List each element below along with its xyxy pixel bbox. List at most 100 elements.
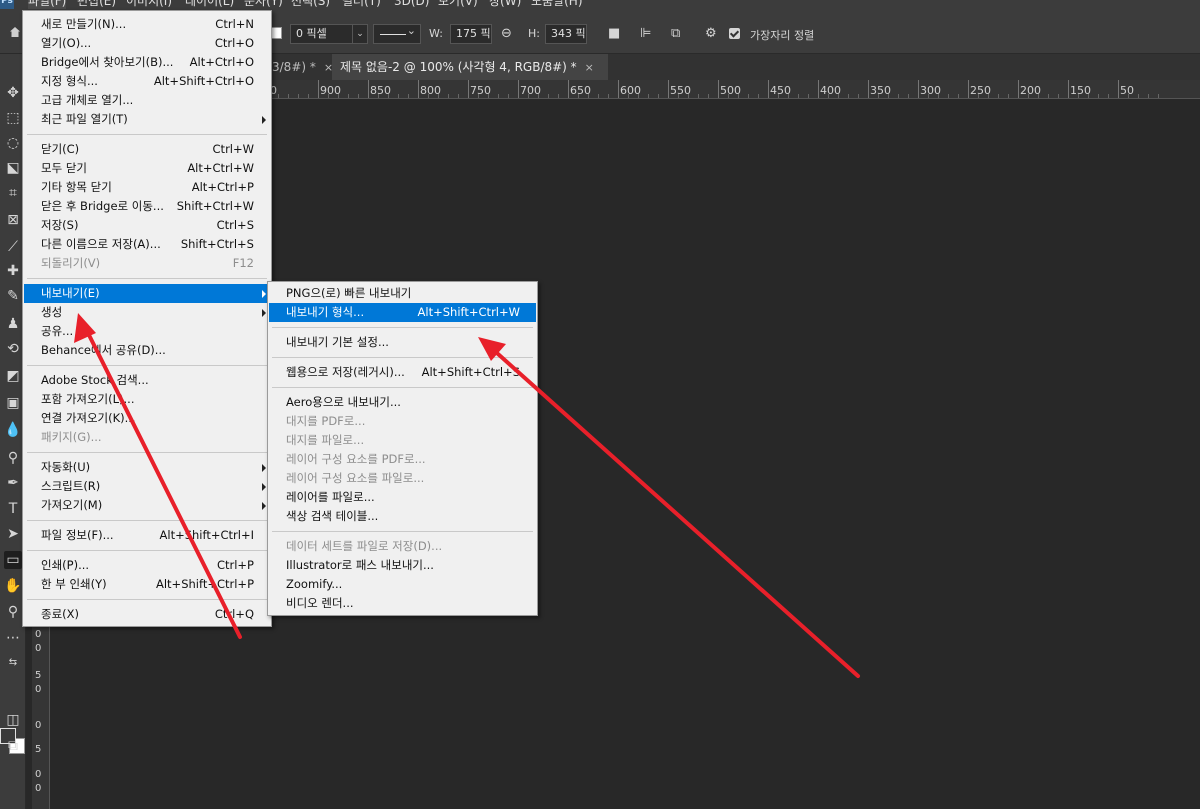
file-menu-item[interactable]: Adobe Stock 검색... <box>24 371 270 390</box>
export-menu-item[interactable]: 대지를 PDF로... <box>269 412 536 431</box>
file-menu-item[interactable]: Behance에서 공유(D)... <box>24 341 270 360</box>
menubar-item-2[interactable]: 이미지(I) <box>126 0 172 9</box>
file-menu-item[interactable]: 공유... <box>24 322 270 341</box>
export-menu-item[interactable]: 레이어 구성 요소를 PDF로... <box>269 450 536 469</box>
lasso-tool-icon[interactable]: ◌ <box>4 134 22 152</box>
menubar-item-6[interactable]: 필터(T) <box>342 0 381 9</box>
height-field[interactable]: 343 픽셀 <box>545 24 587 44</box>
file-menu-item[interactable]: 한 부 인쇄(Y) Alt+Shift+Ctrl+P <box>24 575 270 594</box>
file-menu-item[interactable]: 새로 만들기(N)... Ctrl+N <box>24 15 270 34</box>
hand-tool-icon[interactable]: ✋ <box>4 577 22 595</box>
marquee-tool-icon[interactable]: ⬚ <box>4 109 22 127</box>
export-menu-item[interactable]: 내보내기 형식... Alt+Shift+Ctrl+W <box>269 303 536 322</box>
export-menu-item[interactable]: 데이터 세트를 파일로 저장(D)... <box>269 537 536 556</box>
eraser-tool-icon[interactable]: ◩ <box>4 367 22 385</box>
blur-tool-icon[interactable]: 💧 <box>4 421 22 439</box>
menubar-item-1[interactable]: 편집(E) <box>77 0 116 9</box>
home-icon[interactable] <box>10 27 20 37</box>
screen-mode-icon[interactable]: ⧉ <box>4 737 22 755</box>
export-menu-item[interactable]: 레이어를 파일로... <box>269 488 536 507</box>
file-menu-item[interactable]: 패키지(G)... <box>24 428 270 447</box>
clone-stamp-tool-icon[interactable]: ♟ <box>4 315 22 333</box>
document-tab-2[interactable]: 제목 없음-2 @ 100% (사각형 4, RGB/8#) * × <box>332 54 608 80</box>
path-operations-icon[interactable]: ■ <box>608 26 620 41</box>
file-menu-item[interactable]: 자동화(U) <box>24 458 270 477</box>
file-menu-item[interactable]: 생성 <box>24 303 270 322</box>
close-icon[interactable]: × <box>585 61 594 74</box>
menu-item-label: 레이어 구성 요소를 파일로... <box>286 471 425 485</box>
file-menu-item[interactable]: 닫기(C) Ctrl+W <box>24 140 270 159</box>
crop-tool-icon[interactable]: ⌗ <box>4 184 22 202</box>
brush-tool-icon[interactable]: ✎ <box>4 287 22 305</box>
pen-tool-icon[interactable]: ✒ <box>4 474 22 492</box>
healing-brush-tool-icon[interactable]: ✚ <box>4 262 22 280</box>
export-menu-item[interactable]: Aero용으로 내보내기... <box>269 393 536 412</box>
path-arrangement-icon[interactable]: ⧉ <box>671 26 680 41</box>
path-alignment-icon[interactable]: ⊫ <box>640 26 651 41</box>
export-menu-item[interactable]: 레이어 구성 요소를 파일로... <box>269 469 536 488</box>
ruler-tick <box>918 80 919 98</box>
file-menu-item[interactable]: 기타 항목 닫기 Alt+Ctrl+P <box>24 178 270 197</box>
stroke-type-dropdown[interactable] <box>373 24 421 44</box>
link-icon[interactable]: ⊖ <box>501 26 512 41</box>
file-menu-item[interactable]: 지정 형식... Alt+Shift+Ctrl+O <box>24 72 270 91</box>
swap-colors-icon[interactable]: ⇆ <box>4 654 22 672</box>
menubar-item-4[interactable]: 문자(Y) <box>244 0 283 9</box>
frame-tool-icon[interactable]: ⊠ <box>4 211 22 229</box>
file-menu-item[interactable]: 다른 이름으로 저장(A)... Shift+Ctrl+S <box>24 235 270 254</box>
export-menu-item[interactable]: 비디오 렌더... <box>269 594 536 613</box>
object-selection-tool-icon[interactable]: ⬕ <box>4 159 22 177</box>
file-menu-item[interactable]: 최근 파일 열기(T) <box>24 110 270 129</box>
export-menu-item[interactable]: 웹용으로 저장(레거시)... Alt+Shift+Ctrl+S <box>269 363 536 382</box>
file-menu-item[interactable]: 닫은 후 Bridge로 이동... Shift+Ctrl+W <box>24 197 270 216</box>
zoom-tool-icon[interactable]: ⚲ <box>4 603 22 621</box>
file-menu-item[interactable]: 저장(S) Ctrl+S <box>24 216 270 235</box>
file-menu-item[interactable]: 고급 개체로 열기... <box>24 91 270 110</box>
path-selection-tool-icon[interactable]: ➤ <box>4 525 22 543</box>
menubar-item-9[interactable]: 창(W) <box>489 0 521 9</box>
export-menu-item[interactable]: 대지를 파일로... <box>269 431 536 450</box>
menubar-item-8[interactable]: 보기(V) <box>438 0 478 9</box>
stroke-width-field[interactable]: 0 픽셀 <box>290 24 354 44</box>
menubar-item-7[interactable]: 3D(D) <box>394 0 429 9</box>
quick-mask-icon[interactable]: ◫ <box>4 711 22 729</box>
export-menu-item[interactable]: Illustrator로 패스 내보내기... <box>269 556 536 575</box>
type-tool-icon[interactable]: T <box>4 500 22 518</box>
file-menu-item[interactable]: 되돌리기(V) F12 <box>24 254 270 273</box>
export-menu-item[interactable]: 내보내기 기본 설정... <box>269 333 536 352</box>
file-menu-item[interactable]: 연결 가져오기(K)... <box>24 409 270 428</box>
dodge-tool-icon[interactable]: ⚲ <box>4 449 22 467</box>
history-brush-tool-icon[interactable]: ⟲ <box>4 340 22 358</box>
export-menu-item[interactable]: PNG으(로) 빠른 내보내기 <box>269 284 536 303</box>
gear-icon[interactable]: ⚙ <box>705 26 717 41</box>
file-menu-item[interactable]: 인쇄(P)... Ctrl+P <box>24 556 270 575</box>
menu-item-label: Zoomify... <box>286 577 343 591</box>
menu-item-label: 레이어 구성 요소를 PDF로... <box>286 452 426 466</box>
file-menu-item[interactable]: 모두 닫기 Alt+Ctrl+W <box>24 159 270 178</box>
export-menu-item[interactable]: Zoomify... <box>269 575 536 594</box>
file-menu-item[interactable]: 가져오기(M) <box>24 496 270 515</box>
file-menu-item[interactable]: Bridge에서 찾아보기(B)... Alt+Ctrl+O <box>24 53 270 72</box>
menubar-item-5[interactable]: 선택(S) <box>291 0 330 9</box>
ruler-minor-tick <box>1048 94 1049 98</box>
file-menu-item[interactable]: 내보내기(E) <box>24 284 270 303</box>
photoshop-logo: Ps <box>0 0 14 9</box>
ruler-minor-tick <box>778 94 779 98</box>
file-menu-item[interactable]: 열기(O)... Ctrl+O <box>24 34 270 53</box>
eyedropper-tool-icon[interactable]: ⟋ <box>4 238 22 256</box>
file-menu-item[interactable]: 종료(X) Ctrl+Q <box>24 605 270 624</box>
stroke-width-dropdown[interactable]: ⌄ <box>352 24 368 44</box>
move-tool-icon[interactable]: ✥ <box>4 84 22 102</box>
rectangle-tool-icon[interactable]: ▭ <box>4 551 22 569</box>
more-tools-icon[interactable]: ⋯ <box>4 629 22 647</box>
menubar-item-10[interactable]: 도움말(H) <box>531 0 583 9</box>
gradient-tool-icon[interactable]: ▣ <box>4 394 22 412</box>
export-menu-item[interactable]: 색상 검색 테이블... <box>269 507 536 526</box>
file-menu-item[interactable]: 스크립트(R) <box>24 477 270 496</box>
menubar-item-3[interactable]: 레이어(L) <box>185 0 234 9</box>
file-menu-item[interactable]: 포함 가져오기(L)... <box>24 390 270 409</box>
file-menu-item[interactable]: 파일 정보(F)... Alt+Shift+Ctrl+I <box>24 526 270 545</box>
align-edges-checkbox[interactable] <box>729 28 740 39</box>
width-field[interactable]: 175 픽셀 <box>450 24 492 44</box>
menubar-item-0[interactable]: 파일(F) <box>28 0 67 9</box>
